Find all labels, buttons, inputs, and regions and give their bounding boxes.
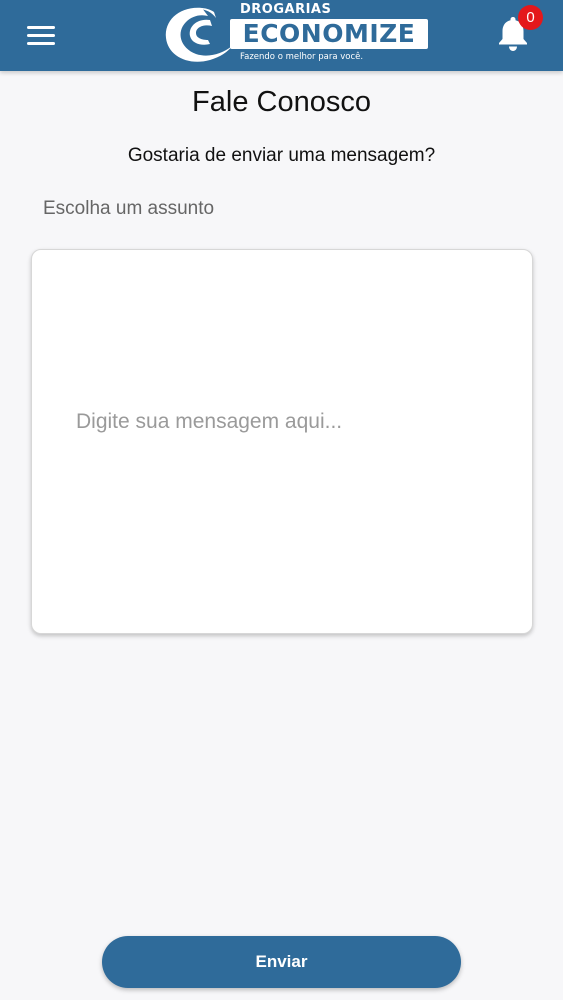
brand-logo[interactable]: DROGARIAS ECONOMIZE Fazendo o melhor par… <box>158 2 430 68</box>
logo-wordmark-box: ECONOMIZE <box>230 19 428 49</box>
menu-line <box>27 42 55 45</box>
logo-top-text: DROGARIAS <box>240 2 332 17</box>
send-button[interactable]: Enviar <box>102 936 461 988</box>
logo-tagline: Fazendo o melhor para você. <box>240 52 364 62</box>
message-textarea[interactable]: Digite sua mensagem aqui... <box>31 249 533 634</box>
logo-wordmark: ECONOMIZE <box>242 19 416 48</box>
menu-line <box>27 34 55 37</box>
page-subtitle: Gostaria de enviar uma mensagem? <box>127 145 436 166</box>
app-header: DROGARIAS ECONOMIZE Fazendo o melhor par… <box>0 0 563 71</box>
message-placeholder: Digite sua mensagem aqui... <box>76 410 343 433</box>
subject-select[interactable]: Escolha um assunto <box>43 198 523 224</box>
logo-swoosh-icon <box>165 7 232 62</box>
menu-line <box>27 26 55 29</box>
notification-count-badge: 0 <box>518 5 543 30</box>
hamburger-menu-icon[interactable] <box>27 24 55 46</box>
page-title: Fale Conosco <box>192 86 371 118</box>
